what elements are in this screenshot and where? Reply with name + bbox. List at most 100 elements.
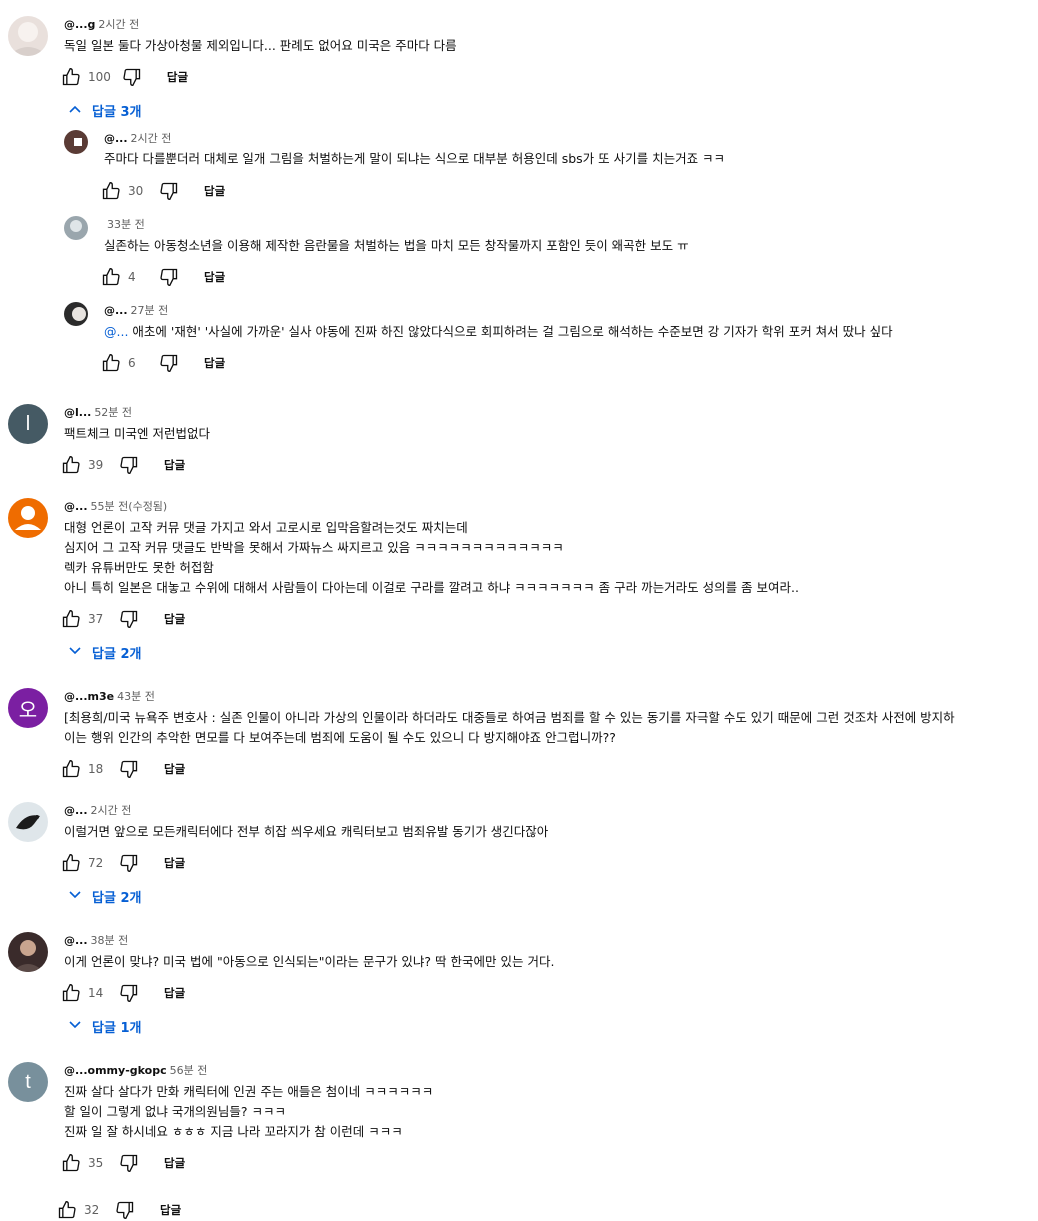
author-handle[interactable]: @... [64,500,88,513]
comment-line: 독일 일본 둘다 가상아청물 제외입니다... 판례도 없어요 미국은 주마다 … [64,38,457,53]
thumbs-down-icon[interactable] [118,758,140,780]
thumbs-up-icon[interactable] [60,454,82,476]
thumbs-up-icon[interactable] [60,608,82,630]
thumbs-down-icon[interactable] [118,454,140,476]
author-handle[interactable]: @l... [64,406,91,419]
reply-button[interactable]: 답글 [167,69,188,85]
thumbs-down-icon[interactable] [158,180,180,202]
comment-line: 팩트체크 미국엔 저런법없다 [64,426,210,441]
reply-actions: 30 답글 [100,180,225,202]
comment-actions: 14 답글 [60,982,185,1004]
author-handle[interactable]: @... [64,934,88,947]
thumbs-up-icon[interactable] [60,758,82,780]
thumbs-down-icon[interactable] [118,982,140,1004]
chevron-down-icon [68,644,82,662]
chevron-down-icon [68,888,82,906]
timestamp[interactable]: 33분 전 [107,218,145,231]
author-handle[interactable]: @... [104,132,128,145]
comment-line: 이는 행위 인간의 추악한 면모를 다 보여주는데 범죄에 도움이 될 수도 있… [64,730,616,745]
reply-button[interactable]: 답글 [160,1202,181,1218]
replies-toggle[interactable]: 답글 2개 [68,643,141,662]
comment-text: 대형 언론이 고작 커뮤 댓글 가지고 와서 고로시로 입막음할려는것도 짜치는… [64,518,799,598]
timestamp[interactable]: 27분 전 [131,304,169,317]
reply-text: 실존하는 아동청소년을 이용해 제작한 음란물을 처벌하는 법을 마치 모든 창… [104,236,689,256]
comment-line: 심지어 그 고작 커뮤 댓글도 반박을 못해서 가짜뉴스 싸지르고 있음 ㅋㅋㅋ… [64,540,564,555]
avatar[interactable] [64,302,88,326]
mention-link[interactable]: @... [104,324,128,339]
author-handle[interactable]: @...m3e [64,690,114,703]
timestamp[interactable]: 2시간 전 [98,18,139,31]
avatar[interactable] [8,498,48,538]
avatar[interactable] [8,802,48,842]
avatar[interactable]: l [8,404,48,444]
thumbs-down-icon[interactable] [114,1199,136,1221]
reply-line: @... 애초에 '재현' '사실에 가까운' 실사 야동에 진짜 하진 않았다… [104,322,893,342]
comment-actions: 35 답글 [60,1152,185,1174]
reply-button[interactable]: 답글 [204,269,225,285]
like-count: 35 [88,1156,104,1170]
timestamp[interactable]: 55분 전(수정됨) [91,500,168,513]
reply-button[interactable]: 답글 [164,855,185,871]
avatar[interactable] [64,130,88,154]
timestamp[interactable]: 38분 전 [91,934,129,947]
avatar[interactable] [8,16,48,56]
reply-button[interactable]: 답글 [164,611,185,627]
author-handle[interactable]: @...ommy-gkopc [64,1064,167,1077]
reply-meta: @... 2시간 전 [104,130,171,146]
comment-line: 아니 특히 일본은 대놓고 수위에 대해서 사람들이 다아는데 이걸로 구라를 … [64,580,799,595]
comment-line: 렉카 유튜버만도 못한 허접함 [64,560,214,575]
avatar[interactable]: 오 [8,688,48,728]
thumbs-up-icon[interactable] [60,66,82,88]
thumbs-up-icon[interactable] [100,266,122,288]
thumbs-down-icon[interactable] [158,266,180,288]
author-handle[interactable]: @... [104,304,128,317]
avatar[interactable] [8,932,48,972]
comment-actions: 100 답글 [60,66,188,88]
thumbs-up-icon[interactable] [60,1152,82,1174]
like-count: 18 [88,762,104,776]
replies-toggle[interactable]: 답글 1개 [68,1017,141,1036]
timestamp[interactable]: 43분 전 [117,690,155,703]
author-handle[interactable]: @... [64,804,88,817]
author-handle[interactable]: @...g [64,18,95,31]
timestamp[interactable]: 56분 전 [170,1064,208,1077]
comment-actions: 32 답글 [56,1199,181,1221]
reply-actions: 4 답글 [100,266,225,288]
thumbs-up-icon[interactable] [100,352,122,374]
like-count: 100 [88,70,111,84]
reply-text: @... 애초에 '재현' '사실에 가까운' 실사 야동에 진짜 하진 않았다… [104,322,893,342]
replies-toggle[interactable]: 답글 3개 [68,101,141,120]
thumbs-down-icon[interactable] [158,352,180,374]
comment-actions: 37 답글 [60,608,185,630]
reply-button[interactable]: 답글 [164,1155,185,1171]
thumbs-up-icon[interactable] [100,180,122,202]
reply-button[interactable]: 답글 [204,355,225,371]
thumbs-up-icon[interactable] [56,1199,78,1221]
comment-meta: @... 38분 전 [64,932,128,948]
reply-button[interactable]: 답글 [164,457,185,473]
comment-text: 독일 일본 둘다 가상아청물 제외입니다... 판례도 없어요 미국은 주마다 … [64,36,457,56]
thumbs-down-icon[interactable] [121,66,143,88]
like-count: 30 [128,184,144,198]
comment-meta: @... 55분 전(수정됨) [64,498,167,514]
timestamp[interactable]: 2시간 전 [131,132,172,145]
comment-text: 이럴거면 앞으로 모든캐릭터에다 전부 히잡 씌우세요 캐릭터보고 범죄유발 동… [64,822,548,842]
avatar[interactable] [64,216,88,240]
reply-button[interactable]: 답글 [164,761,185,777]
replies-toggle-label: 답글 2개 [92,647,142,662]
timestamp[interactable]: 52분 전 [94,406,132,419]
reply-button[interactable]: 답글 [164,985,185,1001]
like-count: 14 [88,986,104,1000]
thumbs-down-icon[interactable] [118,852,140,874]
reply-meta: @... 27분 전 [104,302,168,318]
timestamp[interactable]: 2시간 전 [91,804,132,817]
thumbs-down-icon[interactable] [118,608,140,630]
avatar[interactable]: t [8,1062,48,1102]
thumbs-down-icon[interactable] [118,1152,140,1174]
like-count: 72 [88,856,104,870]
reply-button[interactable]: 답글 [204,183,225,199]
thumbs-up-icon[interactable] [60,982,82,1004]
comment-text: [최용희/미국 뉴욕주 변호사 : 실존 인물이 아니라 가상의 인물이라 하더… [64,708,1038,748]
replies-toggle[interactable]: 답글 2개 [68,887,141,906]
thumbs-up-icon[interactable] [60,852,82,874]
